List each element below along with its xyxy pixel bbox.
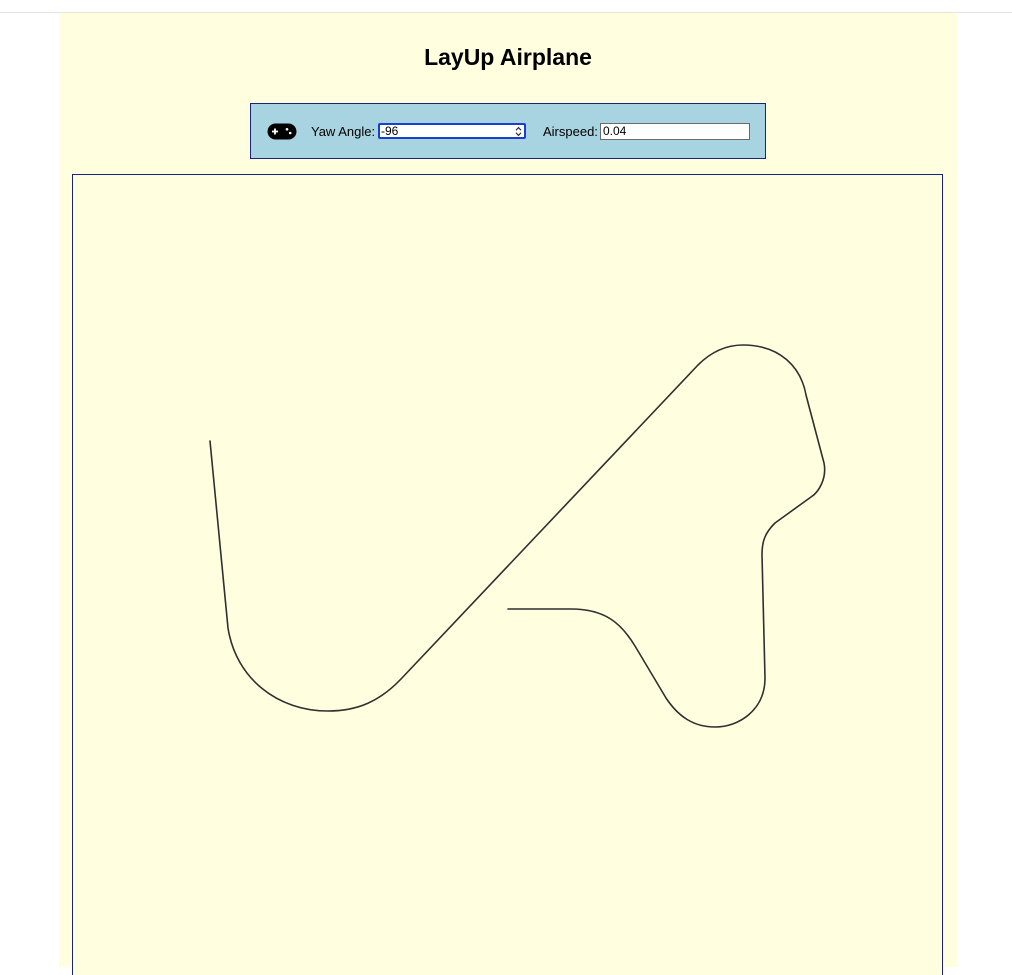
yaw-angle-label: Yaw Angle: xyxy=(311,124,376,139)
flight-path-svg xyxy=(209,344,826,728)
page-title: LayUp Airplane xyxy=(424,44,592,70)
gamepad-icon[interactable] xyxy=(267,123,297,140)
flight-canvas[interactable] xyxy=(72,174,943,975)
page-container: LayUp Airplane Yaw Angle: -96 Airspeed: … xyxy=(59,13,957,975)
airspeed-input[interactable]: 0.04 xyxy=(600,123,750,140)
yaw-angle-value: -96 xyxy=(381,124,399,138)
spinner-arrows-icon[interactable] xyxy=(515,126,522,137)
airspeed-value: 0.04 xyxy=(603,124,627,138)
airspeed-label: Airspeed: xyxy=(543,124,598,139)
yaw-angle-input[interactable]: -96 xyxy=(378,123,526,139)
control-panel: Yaw Angle: -96 Airspeed: 0.04 xyxy=(250,103,766,159)
flight-path xyxy=(209,344,826,728)
